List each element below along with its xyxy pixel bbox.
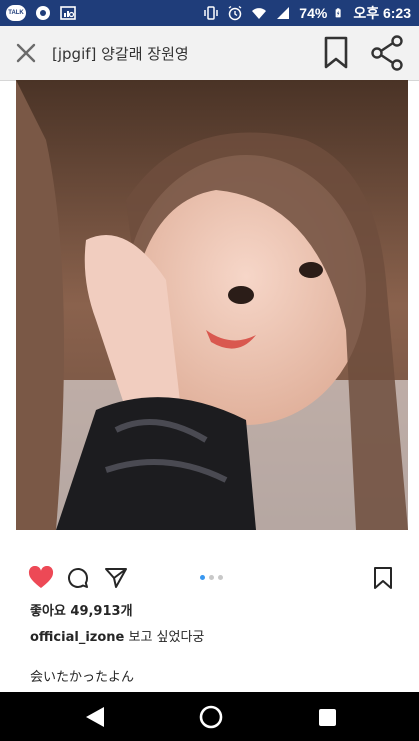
post-actions bbox=[16, 562, 408, 592]
carousel-dot bbox=[218, 575, 223, 580]
bookmark-button[interactable] bbox=[321, 35, 351, 71]
recent-apps-square-icon[interactable] bbox=[319, 709, 336, 726]
caption-username[interactable]: official_izone bbox=[30, 630, 124, 645]
post-comment-text: 会いたかったよん bbox=[30, 670, 135, 685]
wifi-icon bbox=[252, 8, 267, 19]
status-bar: TALK 74% 오후 6:23 bbox=[0, 0, 419, 26]
status-bar-notifications: TALK bbox=[0, 5, 76, 21]
android-navigation-bar bbox=[0, 692, 419, 741]
battery-percent: 74% bbox=[299, 5, 328, 21]
likes-count: 좋아요 49,913개 bbox=[30, 604, 133, 619]
bookmark-icon bbox=[324, 36, 348, 69]
app-bar: [jpgif] 양갈래 장원영 bbox=[0, 26, 419, 81]
send-icon[interactable] bbox=[104, 566, 128, 590]
back-triangle-icon[interactable] bbox=[84, 706, 106, 728]
share-button[interactable] bbox=[369, 35, 405, 71]
post-photo-illustration bbox=[16, 80, 408, 530]
close-icon bbox=[16, 43, 36, 63]
status-bar-system: 74% 오후 6:23 bbox=[203, 3, 419, 23]
battery-charging-icon bbox=[335, 8, 341, 18]
app-notification-icon bbox=[36, 6, 50, 20]
close-button[interactable] bbox=[12, 39, 40, 67]
post-photo[interactable] bbox=[16, 80, 408, 530]
home-circle-icon[interactable] bbox=[199, 705, 223, 729]
gallery-notification-icon bbox=[60, 6, 76, 20]
caption-text: 보고 싶었다궁 bbox=[124, 630, 205, 645]
share-icon bbox=[371, 35, 403, 71]
alarm-icon bbox=[228, 5, 242, 21]
kakaotalk-notification-icon: TALK bbox=[6, 5, 26, 21]
post-caption: official_izone 보고 싶었다궁 bbox=[30, 626, 204, 645]
carousel-dot-active bbox=[200, 575, 205, 580]
comment-icon[interactable] bbox=[66, 566, 90, 590]
save-post-bookmark-icon[interactable] bbox=[372, 566, 394, 590]
instagram-post: 좋아요 49,913개 official_izone 보고 싶었다궁 会いたかっ… bbox=[16, 80, 408, 692]
vibrate-icon bbox=[204, 6, 219, 20]
heart-icon[interactable] bbox=[28, 566, 54, 590]
carousel-indicator bbox=[200, 575, 223, 580]
carousel-dot bbox=[209, 575, 214, 580]
cell-signal-icon bbox=[277, 7, 290, 19]
status-time: 오후 6:23 bbox=[353, 5, 411, 21]
page-title: [jpgif] 양갈래 장원영 bbox=[52, 44, 189, 63]
